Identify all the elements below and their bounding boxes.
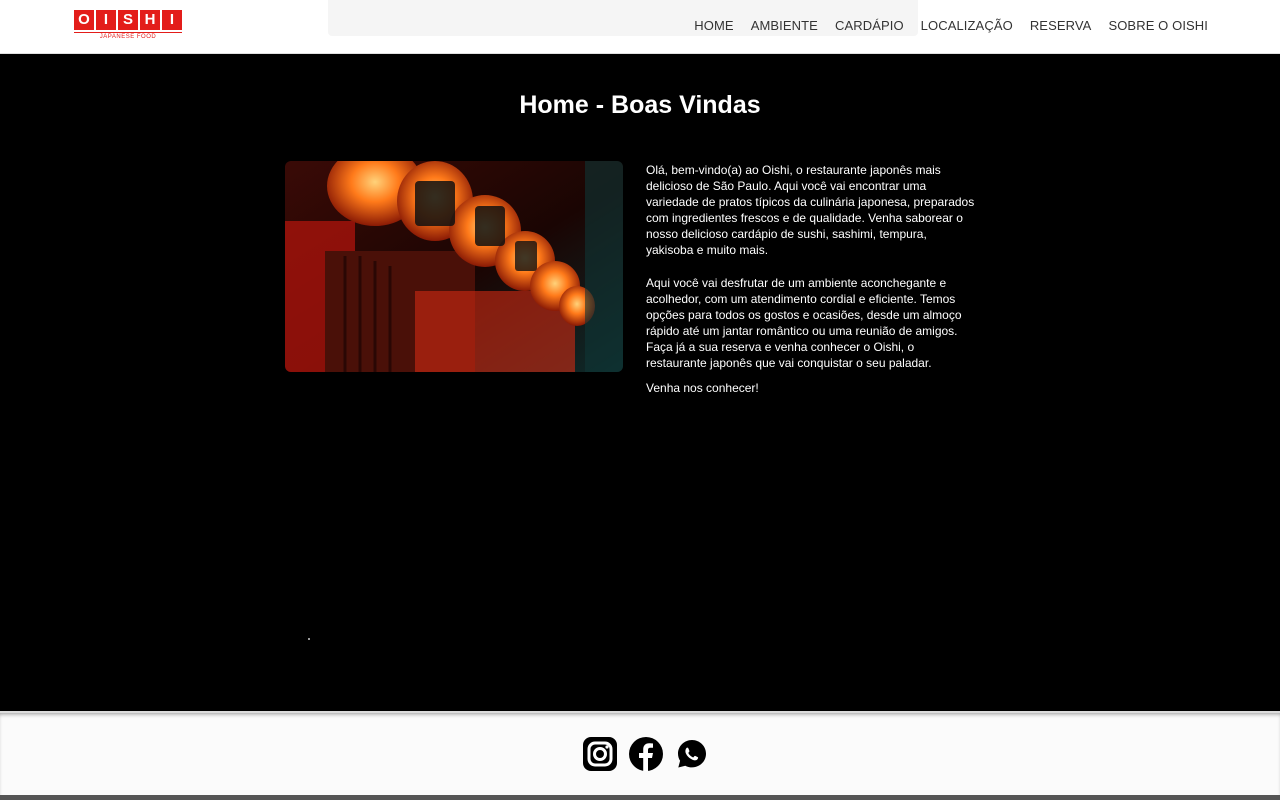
invitation-paragraph: Venha nos conhecer! (646, 381, 759, 395)
nav-ambiente[interactable]: AMBIENTE (751, 18, 818, 33)
main-nav: HOME AMBIENTE CARDÁPIO LOCALIZAÇÃO RESER… (694, 18, 1208, 33)
page-title: Home - Boas Vindas (519, 91, 761, 119)
main-content: Home - Boas Vindas Olá, bem-vindo(a) ao … (0, 55, 1280, 710)
nav-home[interactable]: HOME (694, 18, 733, 33)
nav-reserva[interactable]: RESERVA (1030, 18, 1092, 33)
top-navbar: O I S H I JAPANESE FOOD HOME AMBIENTE CA… (0, 0, 1280, 54)
welcome-text: Olá, bem-vindo(a) ao Oishi, o restaurant… (646, 162, 976, 413)
facebook-icon[interactable] (629, 737, 663, 771)
nav-cardapio[interactable]: CARDÁPIO (835, 18, 904, 33)
logo-wordmark: O I S H I (74, 10, 182, 30)
logo-letter: S (118, 10, 138, 30)
ambience-paragraph: Aqui você vai desfrutar de um ambiente a… (646, 276, 962, 370)
lanterns-image (285, 161, 623, 372)
stray-dot (308, 638, 310, 640)
whatsapp-icon[interactable] (675, 737, 709, 771)
logo-letter: I (96, 10, 116, 30)
bottom-edge (0, 795, 1280, 800)
logo-letter: H (140, 10, 160, 30)
logo-tagline: JAPANESE FOOD (74, 32, 182, 41)
instagram-icon[interactable] (583, 737, 617, 771)
welcome-paragraph: Olá, bem-vindo(a) ao Oishi, o restaurant… (646, 163, 975, 257)
footer (0, 711, 1280, 795)
social-links (583, 737, 709, 771)
logo-letter: I (162, 10, 182, 30)
logo-letter: O (74, 10, 94, 30)
nav-sobre[interactable]: SOBRE O OISHI (1108, 18, 1208, 33)
nav-localizacao[interactable]: LOCALIZAÇÃO (921, 18, 1013, 33)
oishi-logo[interactable]: O I S H I JAPANESE FOOD (74, 10, 182, 42)
